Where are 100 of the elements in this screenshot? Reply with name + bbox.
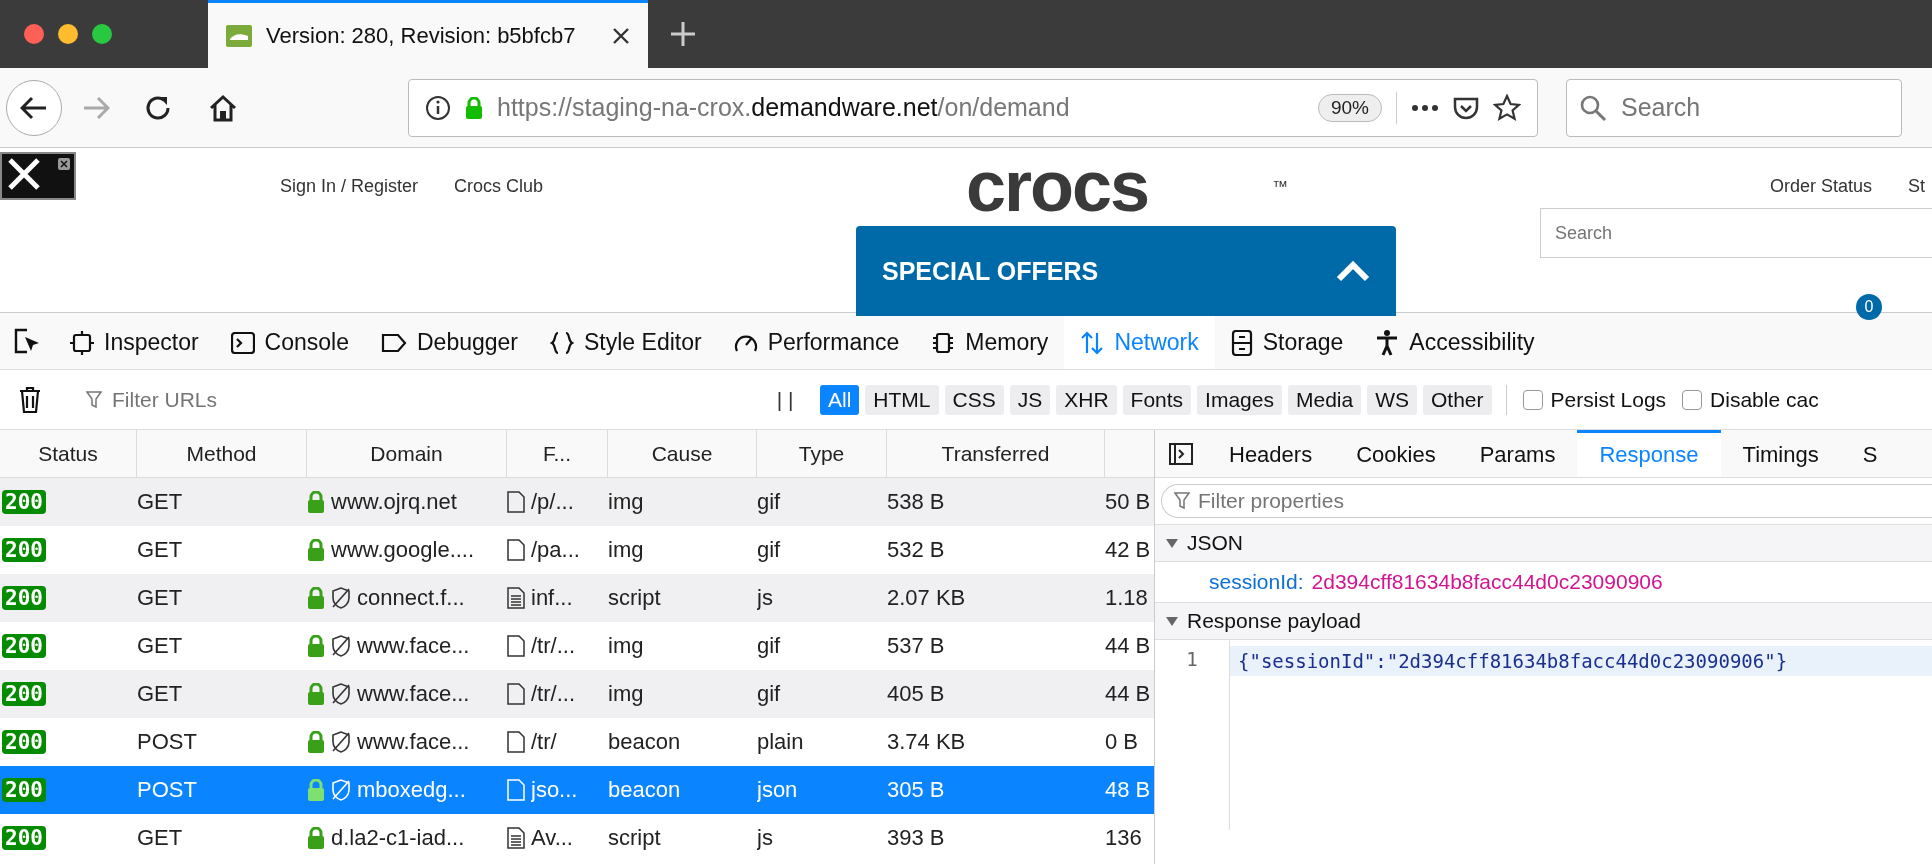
details-tab[interactable]: Timings xyxy=(1720,430,1841,477)
devtools-tab[interactable]: Performance xyxy=(717,313,916,369)
request-row[interactable]: 200 GET www.face... /tr/... img gif 405 B 44 B xyxy=(0,670,1154,718)
request-row[interactable]: 200 GET connect.f... inf... script js 2.07 KB 1.18 xyxy=(0,574,1154,622)
search-box[interactable]: Search xyxy=(1566,78,1902,137)
chevron-up-icon xyxy=(1336,260,1370,282)
transferred-cell-text: 305 B xyxy=(887,777,946,803)
home-icon[interactable] xyxy=(208,93,238,122)
special-offers-menu[interactable]: SPECIAL OFFERS xyxy=(856,226,1396,316)
checkbox[interactable] xyxy=(1682,389,1703,410)
address-bar[interactable]: https://staging-na-crox.demandware.net/on/demand 90% xyxy=(408,78,1538,137)
column-header[interactable]: Status xyxy=(0,430,137,477)
element-picker-icon[interactable] xyxy=(13,327,41,355)
devtools-tab[interactable]: Accessibility xyxy=(1359,313,1551,369)
transferred-cell-text: 538 B xyxy=(887,489,946,515)
type-filter-button[interactable]: WS xyxy=(1367,384,1417,415)
tools-badge[interactable] xyxy=(0,152,76,200)
type-filter-button[interactable]: Other xyxy=(1423,384,1492,415)
domain-cell: www.face... xyxy=(357,729,470,755)
type-filter-button[interactable]: JS xyxy=(1009,384,1051,415)
trash-icon[interactable] xyxy=(19,385,41,414)
type-filter-button[interactable]: CSS xyxy=(944,384,1004,415)
type-cell-text: gif xyxy=(757,633,782,659)
size-cell-text: 50 B xyxy=(1105,489,1152,515)
file-cell: /p/... xyxy=(531,489,574,515)
lock-icon xyxy=(307,587,325,609)
sidebar-toggle-icon[interactable] xyxy=(1169,442,1193,465)
details-tab[interactable]: S xyxy=(1840,430,1900,477)
column-header[interactable]: Transferred xyxy=(887,430,1105,477)
inspector-icon xyxy=(70,330,94,355)
size-cell-text: 1.18 xyxy=(1105,585,1149,611)
site-link[interactable]: Order Status xyxy=(1770,176,1873,197)
site-search-field[interactable]: Search xyxy=(1553,221,1927,245)
site-link[interactable]: St xyxy=(1908,176,1926,197)
maximize-window-button[interactable] xyxy=(92,24,112,44)
devtools-tab[interactable]: Style Editor xyxy=(534,313,718,369)
details-tab[interactable]: Response xyxy=(1577,430,1721,477)
size-cell-text: 44 B xyxy=(1105,681,1152,707)
file-icon xyxy=(507,635,525,657)
search-field[interactable]: Search xyxy=(1619,79,1889,136)
devtools-tab[interactable]: Console xyxy=(214,313,365,369)
devtools-tab[interactable]: Storage xyxy=(1214,313,1360,369)
devtools-tab[interactable]: Debugger xyxy=(365,313,535,369)
status-badge: 200 xyxy=(2,490,46,514)
option-checkbox[interactable]: Disable cac xyxy=(1682,387,1819,412)
browser-tab[interactable]: Version: 280, Revision: b5bfcb7 xyxy=(208,0,648,68)
devtools-tab[interactable]: Inspector xyxy=(54,313,215,369)
transferred-cell-text: 537 B xyxy=(887,633,946,659)
file-cell: inf... xyxy=(531,585,573,611)
size-cell-text: 0 B xyxy=(1105,729,1140,755)
type-cell-text: gif xyxy=(757,489,782,515)
devtools-tab[interactable]: Network xyxy=(1064,313,1215,369)
type-filter-button[interactable]: HTML xyxy=(865,384,939,415)
pocket-icon[interactable] xyxy=(1453,95,1479,120)
option-checkbox[interactable]: Persist Logs xyxy=(1522,387,1667,412)
request-row[interactable]: 200 GET www.ojrq.net /p/... img gif 538 B 50 B xyxy=(0,478,1154,526)
column-header[interactable]: Type xyxy=(757,430,887,477)
site-link[interactable]: Sign In / Register xyxy=(280,176,419,197)
column-header[interactable]: Method xyxy=(137,430,307,477)
file-icon xyxy=(507,731,525,753)
details-tab[interactable]: Headers xyxy=(1207,430,1335,477)
column-header[interactable]: Cause xyxy=(608,430,757,477)
checkbox[interactable] xyxy=(1522,389,1543,410)
close-window-button[interactable] xyxy=(24,24,44,44)
transferred-cell-text: 532 B xyxy=(887,537,946,563)
pause-button[interactable]: | | xyxy=(750,387,820,412)
status-badge: 200 xyxy=(2,778,46,802)
section-header[interactable]: JSON xyxy=(1155,524,1932,562)
url-text: https://staging-na-crox.demandware.net/on/demand xyxy=(497,93,1071,122)
details-tab[interactable]: Params xyxy=(1457,430,1578,477)
site-link[interactable]: Crocs Club xyxy=(454,176,544,197)
new-tab-icon[interactable] xyxy=(670,21,696,47)
close-tab-icon[interactable] xyxy=(612,26,630,45)
devtools-tab[interactable]: Memory xyxy=(915,313,1065,369)
file-icon xyxy=(507,539,525,561)
transferred-cell-text: 393 B xyxy=(887,825,946,851)
star-icon[interactable] xyxy=(1493,93,1521,122)
type-filter-button[interactable]: Fonts xyxy=(1122,384,1192,415)
method-cell-text: GET xyxy=(137,489,184,515)
request-row[interactable]: 200 POST mboxedg... jso... beacon json 305 B 48 B xyxy=(0,766,1154,814)
type-filter-button[interactable]: Media xyxy=(1287,384,1362,415)
status-badge: 200 xyxy=(2,682,46,706)
site-search-box[interactable]: Search xyxy=(1540,208,1932,258)
transferred-cell-text: 2.07 KB xyxy=(887,585,967,611)
type-filter-button[interactable]: Images xyxy=(1197,384,1282,415)
section-header[interactable]: Response payload xyxy=(1155,602,1932,640)
zoom-level-button[interactable]: 90% xyxy=(1317,93,1382,122)
minimize-window-button[interactable] xyxy=(58,24,78,44)
status-badge: 200 xyxy=(2,730,46,754)
type-filter-button[interactable]: All xyxy=(820,384,860,415)
column-header[interactable]: Domain xyxy=(307,430,507,477)
cause-cell-text: img xyxy=(608,633,645,659)
details-tab[interactable]: Cookies xyxy=(1334,430,1458,477)
file-cell: jso... xyxy=(531,777,578,803)
reload-icon[interactable] xyxy=(144,93,172,122)
code-text: {"sessionId":"2d394cff81634b8facc44d0c23090906"} xyxy=(1238,650,1788,672)
site-logo[interactable]: crocs xyxy=(966,150,1149,222)
column-header[interactable]: F... xyxy=(507,430,608,477)
more-icon[interactable] xyxy=(1411,103,1439,112)
type-filter-button[interactable]: XHR xyxy=(1056,384,1117,415)
